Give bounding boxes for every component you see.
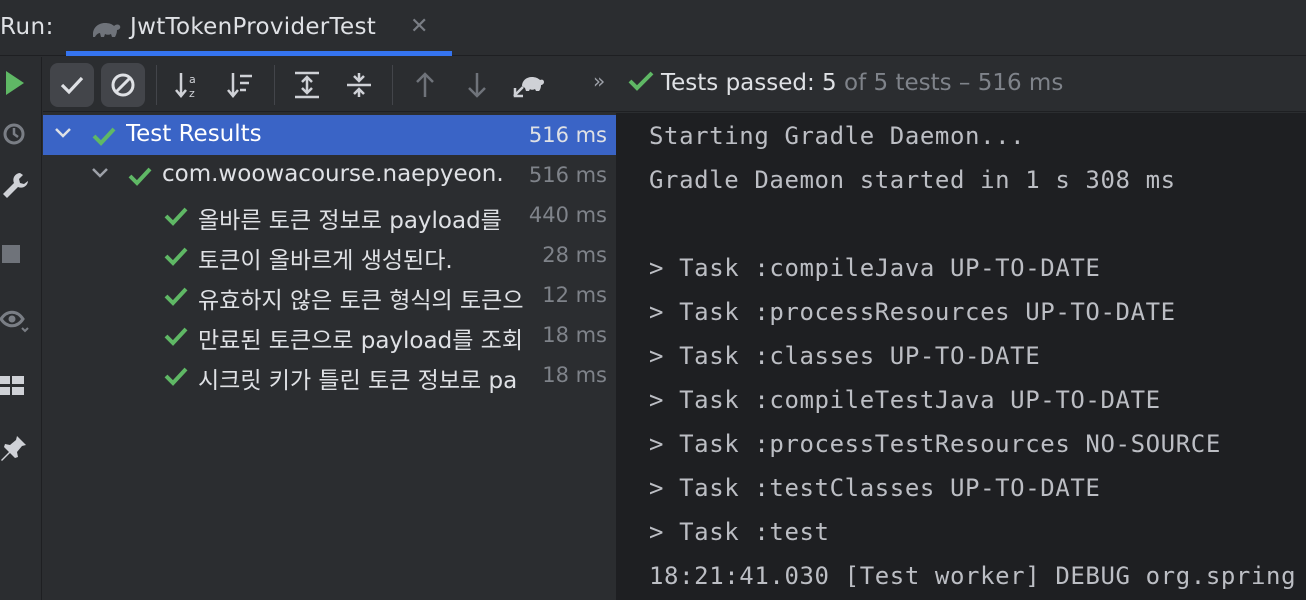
show-ignored-button[interactable] [101, 63, 145, 107]
passed-check-icon [91, 125, 117, 151]
tree-row-label: 토큰이 올바르게 생성된다. [198, 248, 453, 274]
console-line: > Task :processTestResources NO-SOURCE [649, 430, 1221, 458]
next-failed-test-icon[interactable] [455, 63, 499, 107]
console-output[interactable]: Starting Gradle Daemon... Gradle Daemon … [623, 113, 1306, 600]
console-line: > Task :test [649, 518, 830, 546]
tree-row-duration: 28 ms [542, 243, 607, 267]
run-tool-strip [0, 57, 42, 600]
previous-failed-test-icon[interactable] [403, 63, 447, 107]
passed-check-icon [163, 365, 189, 391]
run-label: Run: [0, 14, 54, 40]
gradle-elephant-icon [90, 16, 122, 44]
stop-icon[interactable] [0, 241, 26, 271]
tree-row-duration: 12 ms [542, 283, 607, 307]
tree-row-test[interactable]: 올바른 토큰 정보로 payload를 440 ms [43, 195, 616, 235]
panel-splitter[interactable] [616, 113, 623, 600]
console-line: 18:21:41.030 [Test worker] DEBUG org.spr… [649, 562, 1297, 590]
tree-row-label: 만료된 토큰으로 payload를 조회 [198, 328, 523, 354]
passed-check-icon [163, 205, 189, 231]
tree-row-test[interactable]: 토큰이 올바르게 생성된다. 28 ms [43, 235, 616, 275]
import-tests-icon[interactable] [507, 63, 551, 107]
passed-check-icon [628, 71, 654, 91]
tree-row-test-results[interactable]: Test Results 516 ms [43, 115, 616, 155]
toolbar-separator [392, 65, 393, 105]
tree-row-duration: 18 ms [542, 363, 607, 387]
passed-check-icon [163, 245, 189, 271]
tree-row-label: com.woowacourse.naepyeon. [162, 161, 504, 187]
close-icon[interactable]: ✕ [410, 14, 428, 39]
rerun-failed-icon[interactable] [0, 119, 30, 153]
tree-row-label: Test Results [126, 121, 262, 147]
console-line: > Task :processResources UP-TO-DATE [649, 298, 1176, 326]
toolbar-separator [156, 65, 157, 105]
console-line: > Task :compileTestJava UP-TO-DATE [649, 386, 1161, 414]
sort-alphabetically-icon[interactable]: az [167, 63, 211, 107]
tree-row-test[interactable]: 시크릿 키가 틀린 토큰 정보로 pa 18 ms [43, 355, 616, 395]
tree-row-duration: 516 ms [528, 163, 607, 187]
console-line: > Task :compileJava UP-TO-DATE [649, 254, 1101, 282]
tree-row-duration: 516 ms [528, 123, 607, 147]
tree-row-duration: 440 ms [528, 203, 607, 227]
tree-row-suite[interactable]: com.woowacourse.naepyeon. 516 ms [43, 155, 616, 195]
console-line: Starting Gradle Daemon... [649, 122, 1026, 150]
svg-text:z: z [189, 87, 195, 100]
tree-row-test[interactable]: 유효하지 않은 토큰 형식의 토큰으 12 ms [43, 275, 616, 315]
expand-all-icon[interactable] [285, 63, 329, 107]
tab-title: JwtTokenProviderTest [130, 14, 377, 40]
tests-total-text: of 5 tests – 516 ms [836, 70, 1064, 96]
tab-active-indicator [66, 51, 452, 56]
test-results-tree: Test Results 516 ms com.woowacourse.naep… [43, 113, 616, 600]
test-status-summary: Tests passed: 5 of 5 tests – 516 ms [627, 69, 1063, 96]
tree-row-label: 시크릿 키가 틀린 토큰 정보로 pa [198, 368, 518, 394]
rerun-icon[interactable] [2, 67, 28, 103]
toolbar-separator [274, 65, 275, 105]
chevron-down-icon[interactable] [53, 123, 73, 147]
tree-row-label: 올바른 토큰 정보로 payload를 [198, 208, 502, 234]
sort-by-duration-icon[interactable] [219, 63, 263, 107]
console-line: > Task :classes UP-TO-DATE [649, 342, 1041, 370]
wrench-icon[interactable] [0, 169, 30, 205]
collapse-all-icon[interactable] [337, 63, 381, 107]
passed-check-icon [163, 325, 189, 351]
tests-passed-text: Tests passed: 5 [661, 70, 837, 96]
pin-icon[interactable] [0, 433, 30, 469]
run-tabbar: Run: JwtTokenProviderTest ✕ [0, 0, 1306, 56]
chevron-down-icon[interactable] [90, 163, 110, 187]
console-line: > Task :testClasses UP-TO-DATE [649, 474, 1101, 502]
tree-row-test[interactable]: 만료된 토큰으로 payload를 조회 18 ms [43, 315, 616, 355]
svg-text:a: a [189, 73, 196, 86]
tree-row-label: 유효하지 않은 토큰 형식의 토큰으 [198, 288, 524, 314]
console-line: Gradle Daemon started in 1 s 308 ms [649, 166, 1176, 194]
passed-check-icon [163, 285, 189, 311]
show-passed-button[interactable] [50, 63, 94, 107]
test-runner-toolbar: az » Tests passed: 5 of 5 tests – 516 ms [43, 57, 1306, 112]
tree-row-duration: 18 ms [542, 323, 607, 347]
passed-check-icon [127, 165, 153, 191]
eye-icon[interactable] [0, 305, 32, 339]
tab-jwt-token-provider-test[interactable]: JwtTokenProviderTest ✕ [66, 0, 452, 56]
layout-icon[interactable] [0, 373, 28, 403]
more-actions-chevron-icon[interactable]: » [593, 69, 605, 93]
